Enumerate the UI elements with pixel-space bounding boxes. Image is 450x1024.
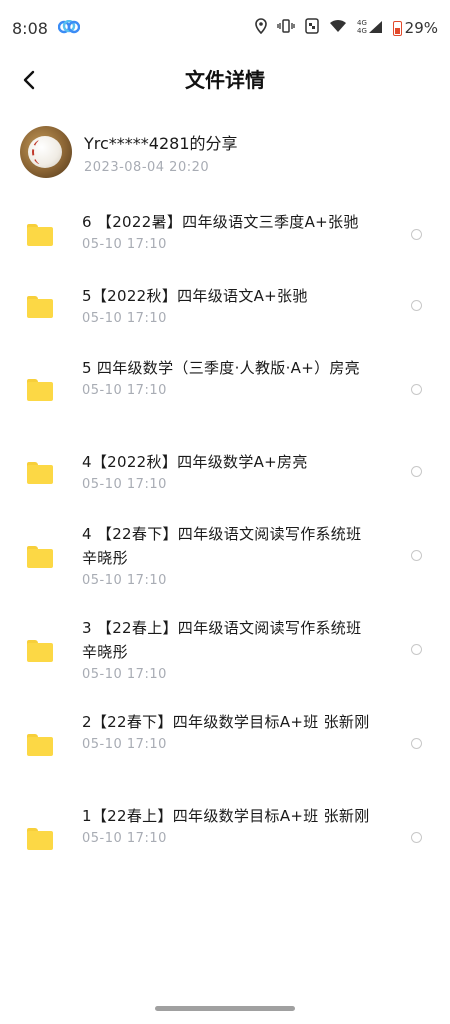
sharer-name: Yrc*****4281的分享 [84,133,238,153]
baidu-netdisk-icon [57,19,81,38]
file-name: 5 四年级数学（三季度·人教版·A+）房亮 [82,359,360,377]
svg-text:4G: 4G [357,27,367,34]
file-name: 6 【2022暑】四年级语文三季度A+张驰 [82,213,359,231]
file-item[interactable]: 2【22春下】四年级数学目标A+班 张新刚 05-10 17:10 [0,710,450,782]
file-item[interactable]: 1【22春上】四年级数学目标A+班 张新刚 05-10 17:10 [0,804,450,876]
file-item[interactable]: 6 【2022暑】四年级语文三季度A+张驰 05-10 17:10 [0,210,450,270]
file-item[interactable]: 4 【22春下】四年级语文阅读写作系统班 辛晓彤 05-10 17:10 [0,522,450,594]
select-radio[interactable] [411,644,422,655]
file-time: 05-10 17:10 [82,831,167,846]
select-radio[interactable] [411,832,422,843]
folder-icon [27,828,53,850]
battery-percent: 29% [404,19,438,37]
page-title: 文件详情 [185,68,265,92]
file-time: 05-10 17:10 [82,383,167,398]
folder-icon [27,462,53,484]
folder-icon [27,379,53,401]
file-time: 05-10 17:10 [82,237,167,252]
folder-icon [27,224,53,246]
header: 文件详情 [0,56,450,104]
status-time: 8:08 [12,18,48,38]
cellular-signal-icon: 4G 4G [357,18,383,38]
folder-icon [27,734,53,756]
file-time: 05-10 17:10 [82,667,167,682]
file-item[interactable]: 5【2022秋】四年级语文A+张驰 05-10 17:10 [0,284,450,344]
file-name: 3 【22春上】四年级语文阅读写作系统班 辛晓彤 [82,619,362,661]
nfc-icon [304,18,319,38]
file-time: 05-10 17:10 [82,737,167,752]
svg-text:4G: 4G [357,19,367,27]
file-name: 4【2022秋】四年级数学A+房亮 [82,453,308,471]
location-icon [254,18,267,38]
file-time: 05-10 17:10 [82,311,167,326]
wifi-icon [329,19,347,37]
select-radio[interactable] [411,738,422,749]
battery-indicator: 29% [392,19,438,37]
file-name: 2【22春下】四年级数学目标A+班 张新刚 [82,713,370,731]
status-bar: 8:08 4G 4G 29% [0,0,450,56]
file-time: 05-10 17:10 [82,477,167,492]
file-item[interactable]: 3 【22春上】四年级语文阅读写作系统班 辛晓彤 05-10 17:10 [0,616,450,688]
home-indicator[interactable] [155,1006,295,1011]
folder-icon [27,640,53,662]
select-radio[interactable] [411,300,422,311]
file-name: 5【2022秋】四年级语文A+张驰 [82,287,308,305]
file-name: 4 【22春下】四年级语文阅读写作系统班 辛晓彤 [82,525,362,567]
select-radio[interactable] [411,550,422,561]
file-item[interactable]: 5 四年级数学（三季度·人教版·A+）房亮 05-10 17:10 [0,356,450,428]
vibrate-icon [277,19,295,37]
file-item[interactable]: 4【2022秋】四年级数学A+房亮 05-10 17:10 [0,450,450,510]
file-time: 05-10 17:10 [82,573,167,588]
chevron-left-icon [23,70,35,90]
select-radio[interactable] [411,466,422,477]
avatar [20,126,72,178]
file-name: 1【22春上】四年级数学目标A+班 张新刚 [82,807,370,825]
select-radio[interactable] [411,384,422,395]
select-radio[interactable] [411,229,422,240]
share-time: 2023-08-04 20:20 [84,159,210,175]
folder-icon [27,546,53,568]
back-button[interactable] [14,62,44,98]
folder-icon [27,296,53,318]
battery-icon [392,20,402,36]
sharer-info: Yrc*****4281的分享 2023-08-04 20:20 [20,124,430,180]
